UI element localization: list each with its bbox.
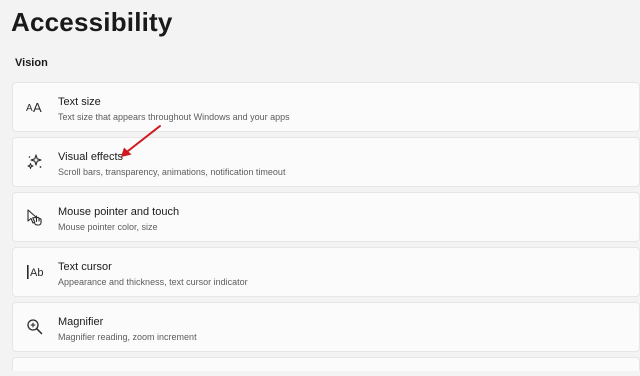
- setting-title: Text cursor: [58, 261, 112, 273]
- setting-description: Mouse pointer color, size: [58, 222, 158, 232]
- visual-effects-icon: [26, 153, 44, 171]
- text-size-icon: A A: [26, 98, 44, 116]
- mouse-pointer-touch-icon: [26, 208, 44, 226]
- setting-title: Visual effects: [58, 151, 124, 163]
- svg-text:A: A: [33, 100, 42, 115]
- setting-description: Scroll bars, transparency, animations, n…: [58, 167, 286, 177]
- setting-title: Magnifier: [58, 316, 104, 328]
- setting-visual-effects[interactable]: Visual effects Scroll bars, transparency…: [12, 137, 640, 187]
- magnifier-icon: [26, 318, 44, 336]
- text-cursor-icon: Ab: [26, 263, 44, 281]
- setting-description: Text size that appears throughout Window…: [58, 112, 290, 122]
- page-title: Accessibility: [11, 7, 173, 37]
- setting-magnifier[interactable]: Magnifier Magnifier reading, zoom increm…: [12, 302, 640, 352]
- svg-text:Ab: Ab: [30, 267, 43, 279]
- settings-list: A A Text size Text size that appears thr…: [12, 82, 640, 376]
- svg-text:A: A: [26, 103, 33, 114]
- setting-mouse-pointer-and-touch[interactable]: Mouse pointer and touch Mouse pointer co…: [12, 192, 640, 242]
- setting-title: Text size: [58, 96, 101, 108]
- setting-text-size[interactable]: A A Text size Text size that appears thr…: [12, 82, 640, 132]
- setting-text-cursor[interactable]: Ab Text cursor Appearance and thickness,…: [12, 247, 640, 297]
- section-label-vision: Vision: [15, 57, 48, 69]
- setting-next-partial[interactable]: [12, 357, 640, 371]
- setting-description: Appearance and thickness, text cursor in…: [58, 277, 248, 287]
- setting-title: Mouse pointer and touch: [58, 206, 180, 218]
- setting-description: Magnifier reading, zoom increment: [58, 332, 197, 342]
